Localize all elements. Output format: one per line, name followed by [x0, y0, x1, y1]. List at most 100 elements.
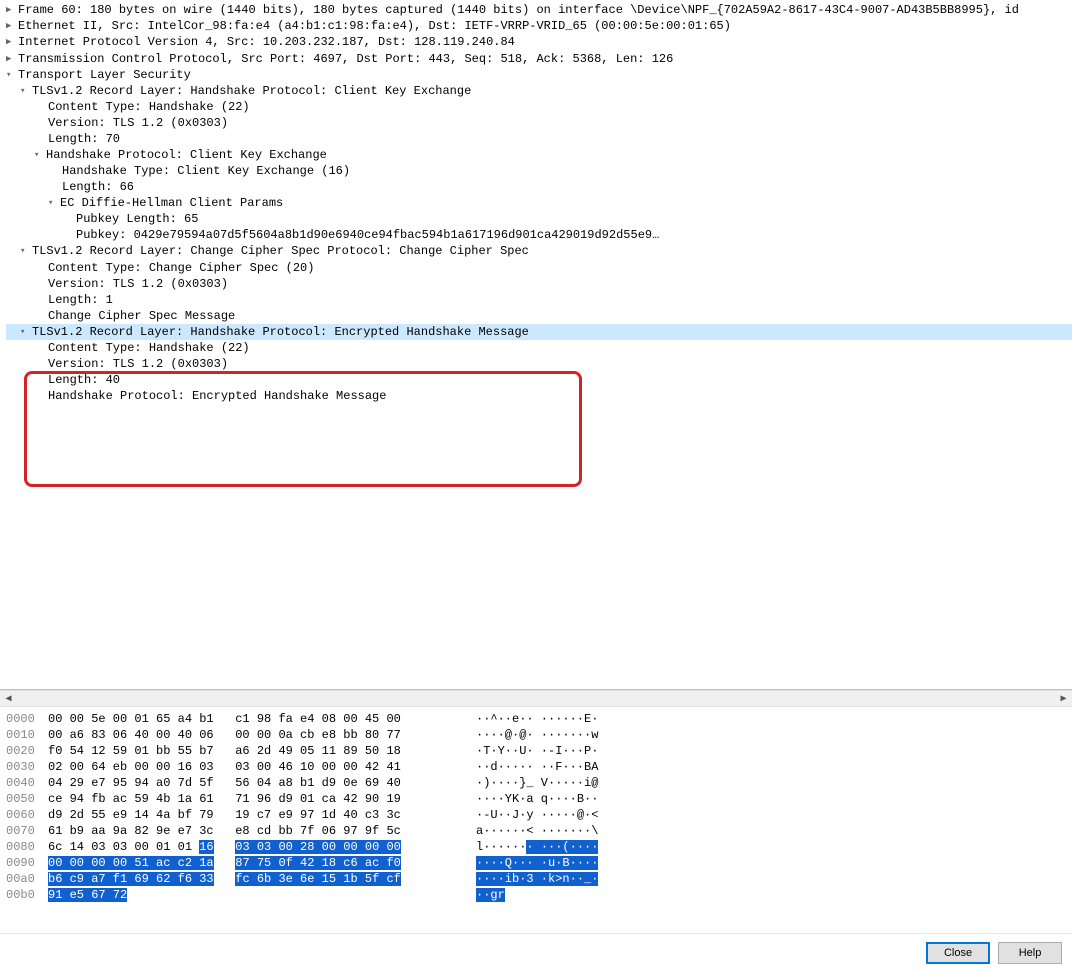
tree-leaf[interactable]: Version: TLS 1.2 (0x0303)	[6, 115, 1072, 131]
tree-tls-record2[interactable]: ▾TLSv1.2 Record Layer: Change Cipher Spe…	[6, 243, 1072, 259]
hex-offset: 0060	[6, 807, 48, 823]
hex-offset: 0050	[6, 791, 48, 807]
tree-leaf[interactable]: Length: 70	[6, 131, 1072, 147]
hex-row[interactable]: 001000 a6 83 06 40 00 40 06 00 00 0a cb …	[6, 727, 1066, 743]
tree-leaf[interactable]: Length: 40	[6, 372, 1072, 388]
chevron-down-icon[interactable]: ▾	[6, 67, 18, 83]
hex-offset: 0030	[6, 759, 48, 775]
tree-tls-record1[interactable]: ▾TLSv1.2 Record Layer: Handshake Protoco…	[6, 83, 1072, 99]
tree-leaf[interactable]: Content Type: Change Cipher Spec (20)	[6, 260, 1072, 276]
hex-ascii: ··^··e·· ······E·	[458, 711, 598, 727]
close-button[interactable]: Close	[926, 942, 990, 964]
hex-ascii: a······< ·······\	[458, 823, 598, 839]
tree-leaf[interactable]: Pubkey Length: 65	[6, 211, 1072, 227]
tree-frame[interactable]: ▶Frame 60: 180 bytes on wire (1440 bits)…	[6, 2, 1072, 18]
tree-label: Version: TLS 1.2 (0x0303)	[48, 277, 228, 291]
hex-offset: 0020	[6, 743, 48, 759]
hex-bytes: 02 00 64 eb 00 00 16 03 03 00 46 10 00 0…	[48, 759, 458, 775]
packet-bytes-pane[interactable]: 000000 00 5e 00 01 65 a4 b1 c1 98 fa e4 …	[0, 707, 1072, 933]
tree-label: Pubkey Length: 65	[76, 212, 198, 226]
hex-ascii: ····@·@· ·······w	[458, 727, 598, 743]
tree-ip[interactable]: ▶Internet Protocol Version 4, Src: 10.20…	[6, 34, 1072, 50]
tree-leaf[interactable]: Handshake Protocol: Encrypted Handshake …	[6, 388, 1072, 404]
hex-ascii: l······· ···(····	[458, 839, 598, 855]
scroll-track[interactable]	[17, 691, 1055, 706]
help-button[interactable]: Help	[998, 942, 1062, 964]
button-label: Help	[1019, 947, 1042, 959]
hex-row[interactable]: 00806c 14 03 03 00 01 01 16 03 03 00 28 …	[6, 839, 1066, 855]
chevron-right-icon[interactable]: ▶	[6, 2, 18, 18]
hex-ascii: ··gr	[458, 887, 505, 903]
hex-bytes: 91 e5 67 72	[48, 887, 458, 903]
hex-offset: 0080	[6, 839, 48, 855]
tree-label: TLSv1.2 Record Layer: Handshake Protocol…	[32, 325, 529, 339]
tree-label: Internet Protocol Version 4, Src: 10.203…	[18, 36, 515, 50]
tree-label: Version: TLS 1.2 (0x0303)	[48, 357, 228, 371]
hex-bytes: ce 94 fb ac 59 4b 1a 61 71 96 d9 01 ca 4…	[48, 791, 458, 807]
chevron-right-icon[interactable]: ▶	[6, 18, 18, 34]
chevron-down-icon[interactable]: ▾	[20, 324, 32, 340]
tree-label: EC Diffie-Hellman Client Params	[60, 196, 283, 210]
hex-row[interactable]: 004004 29 e7 95 94 a0 7d 5f 56 04 a8 b1 …	[6, 775, 1066, 791]
chevron-right-icon[interactable]: ▶	[6, 51, 18, 67]
hex-bytes: 04 29 e7 95 94 a0 7d 5f 56 04 a8 b1 d9 0…	[48, 775, 458, 791]
tree-label: Pubkey: 0429e79594a07d5f5604a8b1d90e6940…	[76, 228, 659, 242]
hex-bytes: 00 00 5e 00 01 65 a4 b1 c1 98 fa e4 08 0…	[48, 711, 458, 727]
hex-row[interactable]: 009000 00 00 00 51 ac c2 1a 87 75 0f 42 …	[6, 855, 1066, 871]
hex-offset: 00b0	[6, 887, 48, 903]
tree-label: Ethernet II, Src: IntelCor_98:fa:e4 (a4:…	[18, 19, 731, 33]
chevron-down-icon[interactable]: ▾	[48, 195, 60, 211]
hex-offset: 0090	[6, 855, 48, 871]
tree-label: Content Type: Change Cipher Spec (20)	[48, 261, 314, 275]
hex-row[interactable]: 0050ce 94 fb ac 59 4b 1a 61 71 96 d9 01 …	[6, 791, 1066, 807]
hex-offset: 0010	[6, 727, 48, 743]
tree-label: Length: 66	[62, 180, 134, 194]
tree-label: TLSv1.2 Record Layer: Change Cipher Spec…	[32, 245, 529, 259]
hex-offset: 0040	[6, 775, 48, 791]
hex-bytes: 6c 14 03 03 00 01 01 16 03 03 00 28 00 0…	[48, 839, 458, 855]
hex-row[interactable]: 0060d9 2d 55 e9 14 4a bf 79 19 c7 e9 97 …	[6, 807, 1066, 823]
tree-leaf[interactable]: Length: 1	[6, 292, 1072, 308]
hex-row[interactable]: 0020f0 54 12 59 01 bb 55 b7 a6 2d 49 05 …	[6, 743, 1066, 759]
hex-ascii: ····YK·a q····B··	[458, 791, 598, 807]
tree-label: Version: TLS 1.2 (0x0303)	[48, 116, 228, 130]
tree-leaf[interactable]: Pubkey: 0429e79594a07d5f5604a8b1d90e6940…	[6, 227, 1072, 243]
hex-row[interactable]: 003002 00 64 eb 00 00 16 03 03 00 46 10 …	[6, 759, 1066, 775]
packet-details-pane[interactable]: ▶Frame 60: 180 bytes on wire (1440 bits)…	[0, 0, 1072, 690]
tree-handshake1[interactable]: ▾Handshake Protocol: Client Key Exchange	[6, 147, 1072, 163]
tree-label: Handshake Protocol: Client Key Exchange	[46, 148, 327, 162]
chevron-down-icon[interactable]: ▾	[20, 243, 32, 259]
tree-leaf[interactable]: Version: TLS 1.2 (0x0303)	[6, 276, 1072, 292]
hex-ascii: ··d····· ··F···BA	[458, 759, 598, 775]
chevron-down-icon[interactable]: ▾	[20, 83, 32, 99]
horizontal-scrollbar[interactable]: ◀ ▶	[0, 690, 1072, 707]
tree-label: Frame 60: 180 bytes on wire (1440 bits),…	[18, 3, 1019, 17]
tree-label: Content Type: Handshake (22)	[48, 100, 250, 114]
scroll-right-icon[interactable]: ▶	[1055, 690, 1072, 707]
hex-row[interactable]: 00b091 e5 67 72 ··gr	[6, 887, 1066, 903]
tree-leaf[interactable]: Content Type: Handshake (22)	[6, 340, 1072, 356]
tree-leaf[interactable]: Handshake Type: Client Key Exchange (16)	[6, 163, 1072, 179]
tree-leaf[interactable]: Version: TLS 1.2 (0x0303)	[6, 356, 1072, 372]
hex-offset: 0070	[6, 823, 48, 839]
tree-ecdh[interactable]: ▾EC Diffie-Hellman Client Params	[6, 195, 1072, 211]
tree-ethernet[interactable]: ▶Ethernet II, Src: IntelCor_98:fa:e4 (a4…	[6, 18, 1072, 34]
tree-label: Length: 40	[48, 373, 120, 387]
hex-ascii: ·-U··J·y ·····@·<	[458, 807, 598, 823]
hex-ascii: ·)····}_ V·····i@	[458, 775, 598, 791]
tree-tls[interactable]: ▾Transport Layer Security	[6, 67, 1072, 83]
tree-leaf[interactable]: Content Type: Handshake (22)	[6, 99, 1072, 115]
chevron-right-icon[interactable]: ▶	[6, 34, 18, 50]
chevron-down-icon[interactable]: ▾	[34, 147, 46, 163]
scroll-left-icon[interactable]: ◀	[0, 690, 17, 707]
tree-leaf[interactable]: Change Cipher Spec Message	[6, 308, 1072, 324]
dialog-button-bar: Close Help	[0, 933, 1072, 971]
hex-row[interactable]: 000000 00 5e 00 01 65 a4 b1 c1 98 fa e4 …	[6, 711, 1066, 727]
hex-bytes: f0 54 12 59 01 bb 55 b7 a6 2d 49 05 11 8…	[48, 743, 458, 759]
hex-row[interactable]: 00a0b6 c9 a7 f1 69 62 f6 33 fc 6b 3e 6e …	[6, 871, 1066, 887]
tree-leaf[interactable]: Length: 66	[6, 179, 1072, 195]
tree-tcp[interactable]: ▶Transmission Control Protocol, Src Port…	[6, 51, 1072, 67]
hex-row[interactable]: 007061 b9 aa 9a 82 9e e7 3c e8 cd bb 7f …	[6, 823, 1066, 839]
hex-bytes: 00 a6 83 06 40 00 40 06 00 00 0a cb e8 b…	[48, 727, 458, 743]
tree-tls-record3-selected[interactable]: ▾TLSv1.2 Record Layer: Handshake Protoco…	[6, 324, 1072, 340]
